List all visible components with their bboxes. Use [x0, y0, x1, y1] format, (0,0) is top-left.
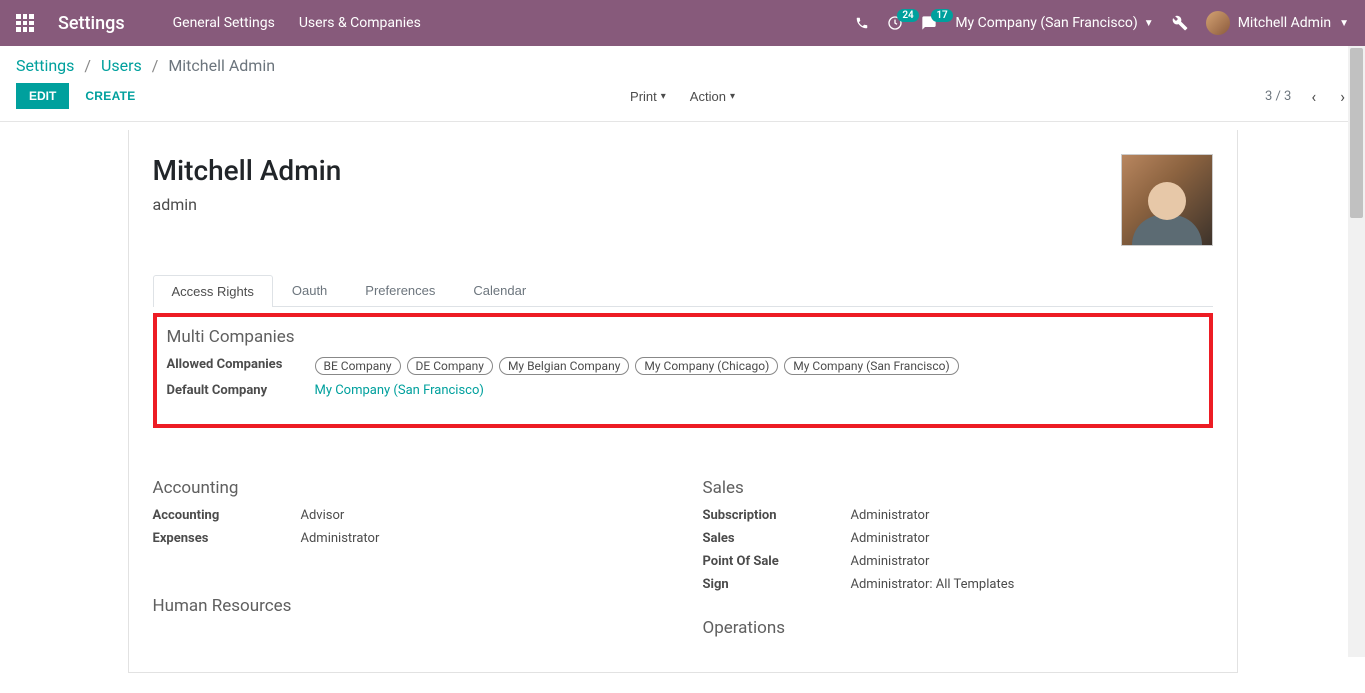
messages-icon[interactable]: 17 [921, 15, 937, 31]
multi-companies-highlight: Multi Companies Allowed Companies BE Com… [153, 313, 1213, 428]
control-panel: EDIT CREATE Print▾ Action▾ 3 / 3 ‹ › [0, 75, 1365, 122]
chevron-down-icon: ▾ [661, 91, 666, 102]
chevron-down-icon: ▾ [730, 91, 735, 102]
operations-title: Operations [703, 618, 1213, 638]
field-label: Sign [703, 577, 851, 592]
user-name: Mitchell Admin [1238, 15, 1331, 31]
field-label: Point Of Sale [703, 554, 851, 569]
chevron-down-icon: ▼ [1339, 18, 1349, 29]
field-value: Administrator: All Templates [851, 577, 1213, 592]
edit-button[interactable]: EDIT [16, 83, 69, 109]
top-navbar: Settings General Settings Users & Compan… [0, 0, 1365, 46]
tab-oauth[interactable]: Oauth [273, 274, 346, 306]
field-label: Sales [703, 531, 851, 546]
pager-prev-icon[interactable]: ‹ [1307, 85, 1320, 108]
app-title: Settings [58, 13, 125, 34]
record-avatar[interactable] [1121, 154, 1213, 246]
default-company-link[interactable]: My Company (San Francisco) [315, 383, 484, 398]
vertical-scrollbar[interactable] [1348, 46, 1365, 657]
messages-badge: 17 [931, 9, 952, 22]
company-tag[interactable]: BE Company [315, 357, 401, 375]
top-menu: General Settings Users & Companies [173, 15, 421, 31]
phone-icon[interactable] [855, 16, 869, 30]
multi-companies-title: Multi Companies [167, 327, 1199, 347]
company-tag[interactable]: My Company (San Francisco) [784, 357, 958, 375]
user-avatar [1206, 11, 1230, 35]
chevron-down-icon: ▼ [1144, 18, 1154, 29]
company-tag[interactable]: DE Company [407, 357, 493, 375]
allowed-companies-tags: BE Company DE Company My Belgian Company… [315, 357, 1199, 375]
field-label: Accounting [153, 508, 301, 523]
menu-general-settings[interactable]: General Settings [173, 15, 275, 31]
scrollbar-thumb[interactable] [1350, 48, 1363, 218]
company-tag[interactable]: My Belgian Company [499, 357, 629, 375]
tab-calendar[interactable]: Calendar [454, 274, 545, 306]
company-name: My Company (San Francisco) [955, 15, 1137, 31]
tab-access-rights[interactable]: Access Rights [153, 275, 273, 307]
breadcrumb: Settings / Users / Mitchell Admin [0, 46, 1365, 75]
activities-badge: 24 [897, 9, 918, 22]
field-value: Advisor [301, 508, 663, 523]
pager-text: 3 / 3 [1265, 89, 1291, 104]
menu-users-companies[interactable]: Users & Companies [299, 15, 421, 31]
company-switcher[interactable]: My Company (San Francisco) ▼ [955, 15, 1153, 31]
apps-icon[interactable] [16, 14, 34, 32]
crumb-settings[interactable]: Settings [16, 56, 74, 75]
create-button[interactable]: CREATE [85, 89, 135, 103]
form-sheet: Mitchell Admin admin Access Rights Oauth… [128, 130, 1238, 673]
accounting-title: Accounting [153, 478, 663, 498]
debug-icon[interactable] [1172, 15, 1188, 31]
record-login: admin [153, 195, 1121, 214]
field-label: Subscription [703, 508, 851, 523]
record-name: Mitchell Admin [153, 154, 1121, 187]
hr-title: Human Resources [153, 596, 663, 616]
print-dropdown[interactable]: Print▾ [630, 89, 666, 104]
default-company-label: Default Company [167, 383, 315, 398]
field-value: Administrator [851, 508, 1213, 523]
user-menu[interactable]: Mitchell Admin ▼ [1206, 11, 1349, 35]
company-tag[interactable]: My Company (Chicago) [635, 357, 778, 375]
field-value: Administrator [851, 554, 1213, 569]
tabs: Access Rights Oauth Preferences Calendar [153, 274, 1213, 307]
sales-title: Sales [703, 478, 1213, 498]
allowed-companies-label: Allowed Companies [167, 357, 315, 375]
field-label: Expenses [153, 531, 301, 546]
field-value: Administrator [851, 531, 1213, 546]
tab-preferences[interactable]: Preferences [346, 274, 454, 306]
field-value: Administrator [301, 531, 663, 546]
activities-icon[interactable]: 24 [887, 15, 903, 31]
crumb-current: Mitchell Admin [168, 56, 275, 75]
action-dropdown[interactable]: Action▾ [690, 89, 735, 104]
crumb-users[interactable]: Users [101, 56, 142, 75]
